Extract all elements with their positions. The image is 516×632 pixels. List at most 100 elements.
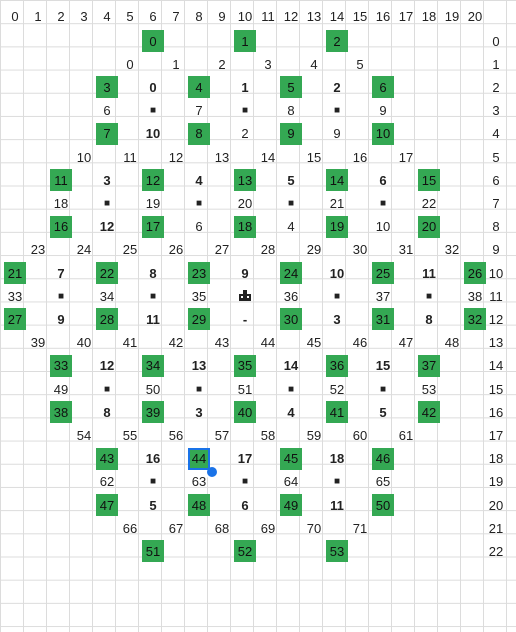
- green-cell[interactable]: 23: [188, 262, 210, 284]
- grid-cell[interactable]: 7: [50, 262, 72, 284]
- green-cell[interactable]: 27: [4, 308, 26, 331]
- grid-cell[interactable]: 14: [257, 146, 279, 168]
- grid-cell[interactable]: 60: [349, 424, 371, 446]
- green-cell[interactable]: 4: [188, 76, 210, 99]
- black-square-icon[interactable]: ■: [326, 100, 348, 122]
- grid-cell[interactable]: 25: [119, 239, 141, 261]
- green-cell[interactable]: 36: [326, 354, 348, 377]
- grid-cell[interactable]: 62: [96, 471, 118, 493]
- grid-cell[interactable]: 23: [27, 239, 49, 261]
- grid-cell[interactable]: 18: [326, 448, 348, 470]
- grid-cell[interactable]: 16: [142, 448, 164, 470]
- grid-cell[interactable]: 58: [257, 424, 279, 446]
- spreadsheet-grid[interactable]: 0 1 2 3 4 5 6 7 8 9 10 11 12 13 14 15 16 17 18 19 20 0 1 2 3 4 5 6 7…: [0, 0, 516, 632]
- black-square-icon[interactable]: ■: [96, 192, 118, 214]
- grid-cell[interactable]: 33: [4, 285, 26, 307]
- grid-cell[interactable]: 6: [96, 100, 118, 122]
- grid-cell[interactable]: 8: [142, 262, 164, 284]
- grid-cell[interactable]: 6: [188, 216, 210, 238]
- grid-cell[interactable]: 66: [119, 517, 141, 539]
- green-cell[interactable]: 15: [418, 169, 440, 192]
- black-square-icon[interactable]: ■: [142, 100, 164, 122]
- grid-cell[interactable]: 40: [73, 332, 95, 354]
- green-cell[interactable]: 51: [142, 540, 164, 563]
- grid-cell[interactable]: 1: [165, 53, 187, 75]
- grid-cell[interactable]: 28: [257, 239, 279, 261]
- black-square-icon[interactable]: ■: [372, 192, 394, 214]
- green-cell[interactable]: 9: [280, 122, 302, 145]
- grid-cell[interactable]: 11: [119, 146, 141, 168]
- grid-cell[interactable]: 34: [96, 285, 118, 307]
- grid-cell[interactable]: 22: [418, 192, 440, 214]
- grid-cell[interactable]: 13: [211, 146, 233, 168]
- grid-cell[interactable]: 4: [188, 169, 210, 191]
- green-cell[interactable]: 13: [234, 169, 256, 192]
- green-cell[interactable]: 0: [142, 30, 164, 52]
- grid-cell[interactable]: 41: [119, 332, 141, 354]
- grid-cell[interactable]: 10: [73, 146, 95, 168]
- grid-cell[interactable]: 51: [234, 378, 256, 400]
- grid-cell[interactable]: 15: [303, 146, 325, 168]
- grid-cell[interactable]: 19: [142, 192, 164, 214]
- green-cell[interactable]: 3: [96, 76, 118, 99]
- grid-cell[interactable]: 30: [349, 239, 371, 261]
- grid-cell[interactable]: 17: [395, 146, 417, 168]
- black-square-icon[interactable]: ■: [280, 378, 302, 400]
- green-cell[interactable]: 5: [280, 76, 302, 99]
- black-square-icon[interactable]: ■: [188, 192, 210, 214]
- black-square-icon[interactable]: ■: [326, 471, 348, 493]
- grid-cell[interactable]: 68: [211, 517, 233, 539]
- grid-cell[interactable]: 49: [50, 378, 72, 400]
- grid-cell[interactable]: 46: [349, 332, 371, 354]
- grid-cell[interactable]: -: [234, 308, 256, 330]
- green-cell[interactable]: 10: [372, 122, 394, 145]
- grid-cell[interactable]: 59: [303, 424, 325, 446]
- green-cell[interactable]: 47: [96, 494, 118, 516]
- green-cell[interactable]: 35: [234, 354, 256, 377]
- grid-cell[interactable]: 2: [211, 53, 233, 75]
- grid-cell[interactable]: 11: [418, 262, 440, 284]
- black-square-icon[interactable]: ■: [96, 378, 118, 400]
- grid-cell[interactable]: 45: [303, 332, 325, 354]
- grid-cell[interactable]: 8: [96, 401, 118, 423]
- green-cell[interactable]: 12: [142, 169, 164, 192]
- grid-cell[interactable]: 4: [280, 216, 302, 238]
- green-cell[interactable]: 28: [96, 308, 118, 331]
- grid-cell[interactable]: 7: [188, 100, 210, 122]
- green-cell[interactable]: 50: [372, 494, 394, 516]
- green-cell[interactable]: 41: [326, 401, 348, 424]
- grid-cell[interactable]: 65: [372, 471, 394, 493]
- grid-cell[interactable]: 17: [234, 448, 256, 470]
- green-cell[interactable]: 25: [372, 262, 394, 284]
- grid-cell[interactable]: 11: [326, 494, 348, 516]
- green-cell[interactable]: 30: [280, 308, 302, 331]
- grid-cell[interactable]: 53: [418, 378, 440, 400]
- grid-cell[interactable]: 12: [96, 355, 118, 377]
- grid-cell[interactable]: 6: [234, 494, 256, 516]
- green-cell[interactable]: 34: [142, 354, 164, 377]
- grid-cell[interactable]: 24: [73, 239, 95, 261]
- green-cell[interactable]: 45: [280, 447, 302, 470]
- grid-cell[interactable]: 11: [142, 308, 164, 330]
- green-cell[interactable]: 22: [96, 262, 118, 284]
- black-square-icon[interactable]: ■: [418, 285, 440, 307]
- grid-cell[interactable]: 61: [395, 424, 417, 446]
- green-cell[interactable]: 19: [326, 215, 348, 238]
- grid-cell[interactable]: 26: [165, 239, 187, 261]
- black-square-icon[interactable]: ■: [142, 471, 164, 493]
- green-cell[interactable]: 49: [280, 494, 302, 516]
- grid-cell[interactable]: 57: [211, 424, 233, 446]
- green-cell[interactable]: 16: [50, 215, 72, 238]
- grid-cell[interactable]: 55: [119, 424, 141, 446]
- green-cell[interactable]: 18: [234, 215, 256, 238]
- grid-cell[interactable]: 47: [395, 332, 417, 354]
- green-cell[interactable]: 8: [188, 122, 210, 145]
- grid-cell[interactable]: 35: [188, 285, 210, 307]
- green-cell[interactable]: 43: [96, 447, 118, 470]
- green-cell[interactable]: 39: [142, 401, 164, 424]
- grid-cell[interactable]: 0: [119, 53, 141, 75]
- selected-cell[interactable]: 44: [188, 447, 210, 470]
- grid-cell[interactable]: 8: [418, 308, 440, 330]
- black-square-icon[interactable]: ■: [234, 471, 256, 493]
- green-cell[interactable]: 24: [280, 262, 302, 284]
